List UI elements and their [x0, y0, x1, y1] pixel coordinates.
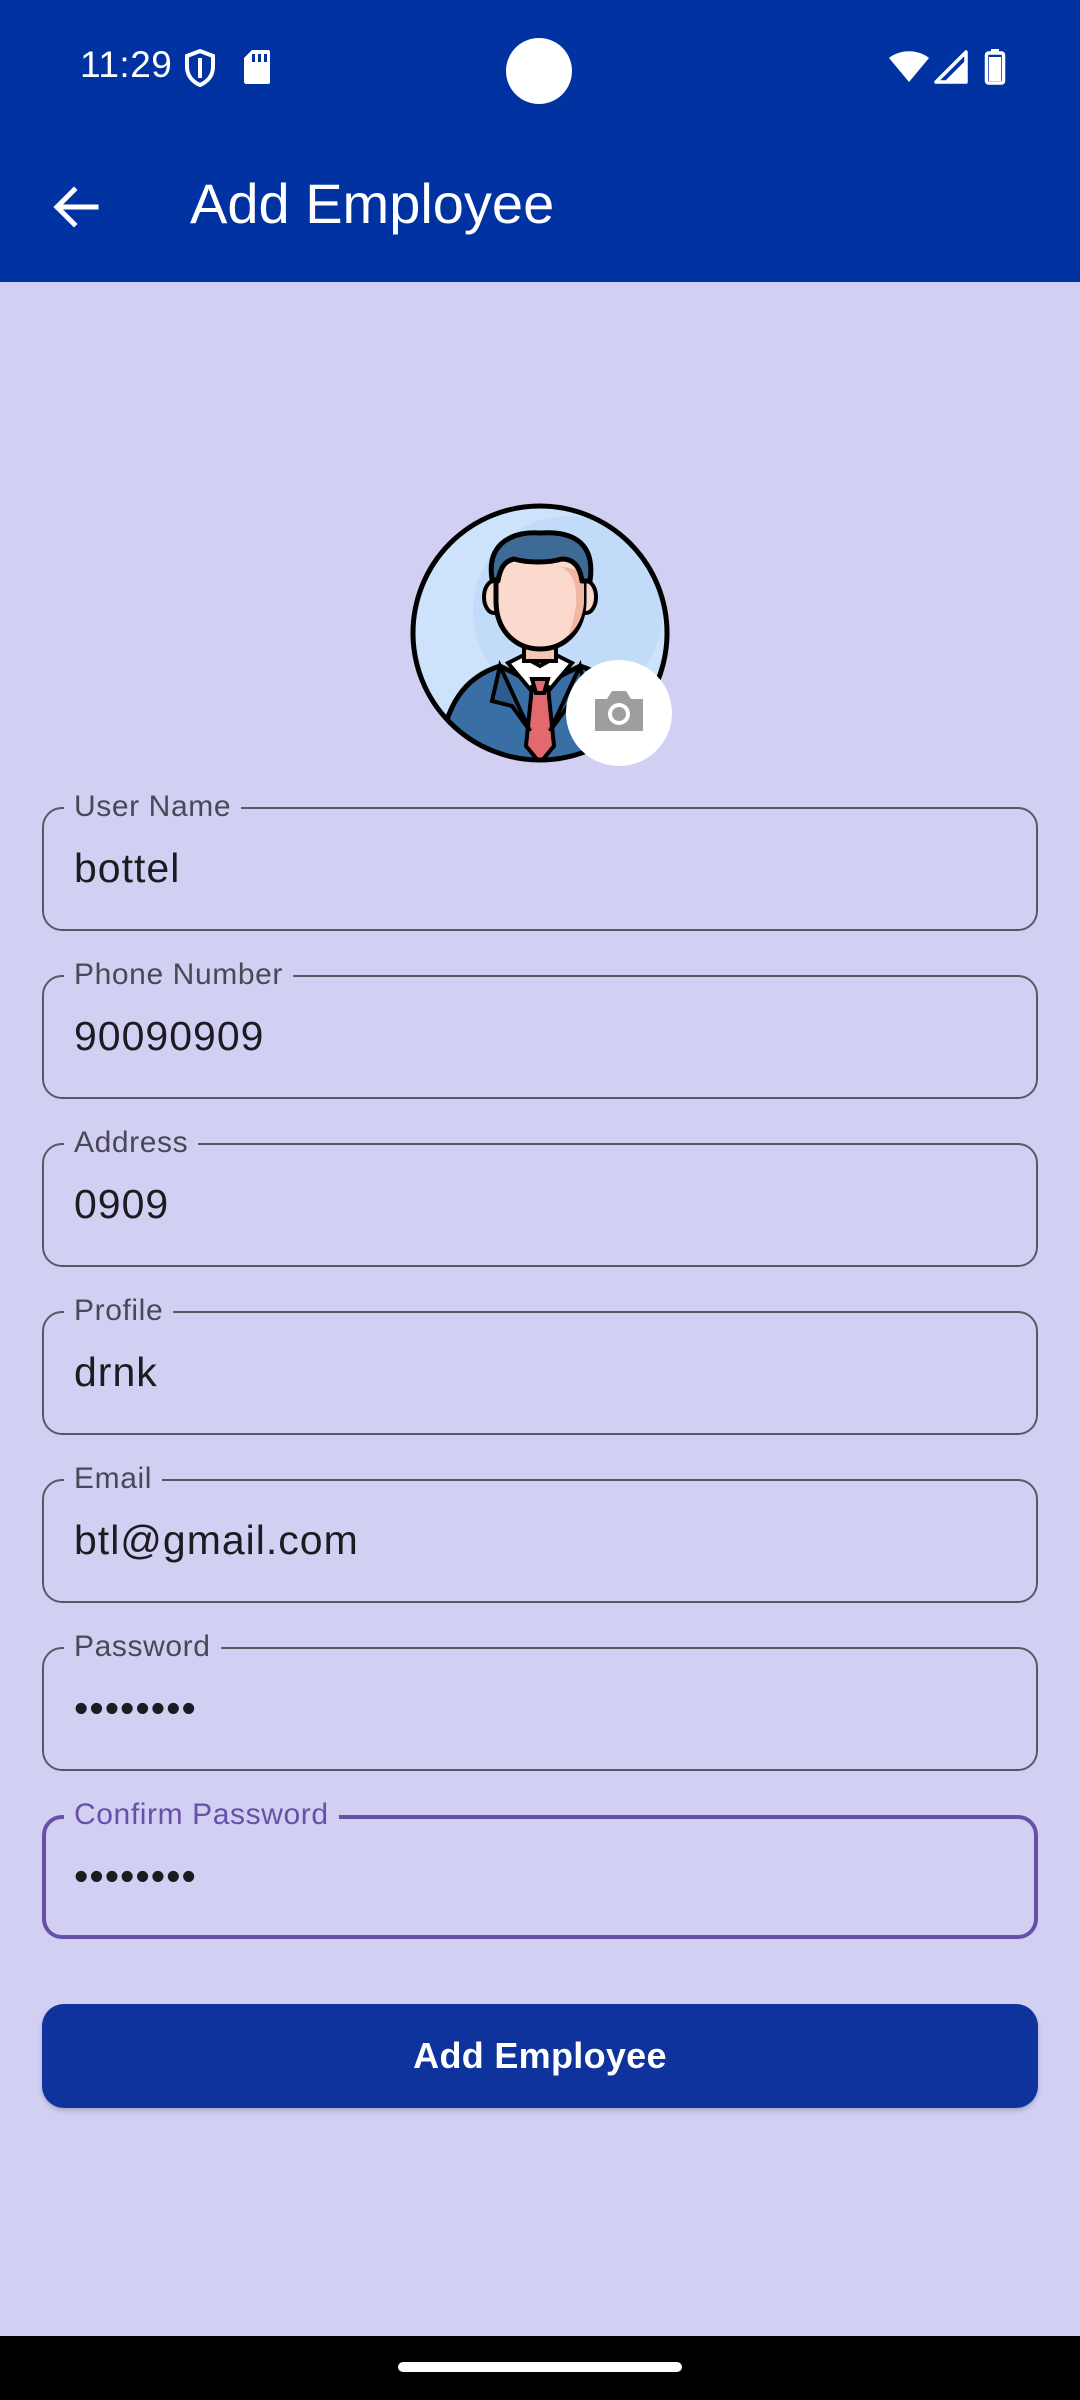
profile-field[interactable]: Profile drnk — [42, 1291, 1038, 1435]
app-bar: Add Employee — [0, 135, 1080, 282]
status-time: 11:29 — [80, 44, 173, 85]
confirm-password-value: •••••••• — [74, 1853, 197, 1899]
sd-card-icon — [242, 48, 272, 91]
phone-number-field[interactable]: Phone Number 90090909 — [42, 955, 1038, 1099]
password-label: Password — [64, 1627, 221, 1667]
home-gesture-handle[interactable] — [398, 2362, 682, 2372]
user-name-value: bottel — [74, 845, 181, 891]
change-photo-button[interactable] — [566, 660, 672, 766]
email-field[interactable]: Email btl@gmail.com — [42, 1459, 1038, 1603]
address-field[interactable]: Address 0909 — [42, 1123, 1038, 1267]
add-employee-screen: 11:29 Add Employee User Name bottel Phon… — [0, 0, 1080, 2400]
profile-label: Profile — [64, 1291, 174, 1331]
arrow-left-icon — [52, 185, 100, 234]
profile-value: drnk — [74, 1349, 158, 1395]
add-employee-button-label: Add Employee — [413, 2035, 667, 2076]
front-camera-cutout — [506, 38, 572, 104]
email-value: btl@gmail.com — [74, 1517, 359, 1563]
phone-number-label: Phone Number — [64, 955, 293, 995]
wifi-icon — [888, 50, 930, 89]
user-name-field[interactable]: User Name bottel — [42, 787, 1038, 931]
battery-icon — [984, 48, 1006, 91]
shield-icon — [183, 48, 217, 93]
cellular-signal-icon — [934, 50, 968, 89]
camera-icon — [591, 687, 647, 740]
confirm-password-label: Confirm Password — [64, 1795, 339, 1835]
confirm-password-field[interactable]: Confirm Password •••••••• — [42, 1795, 1038, 1939]
address-value: 0909 — [74, 1181, 170, 1227]
password-value: •••••••• — [74, 1685, 197, 1731]
back-button[interactable] — [40, 173, 112, 245]
phone-number-value: 90090909 — [74, 1013, 265, 1059]
address-label: Address — [64, 1123, 199, 1163]
user-name-label: User Name — [64, 787, 242, 827]
email-label: Email — [64, 1459, 163, 1499]
status-bar: 11:29 — [0, 0, 1080, 135]
page-title: Add Employee — [190, 172, 555, 235]
add-employee-button[interactable]: Add Employee — [42, 2004, 1038, 2108]
password-field[interactable]: Password •••••••• — [42, 1627, 1038, 1771]
